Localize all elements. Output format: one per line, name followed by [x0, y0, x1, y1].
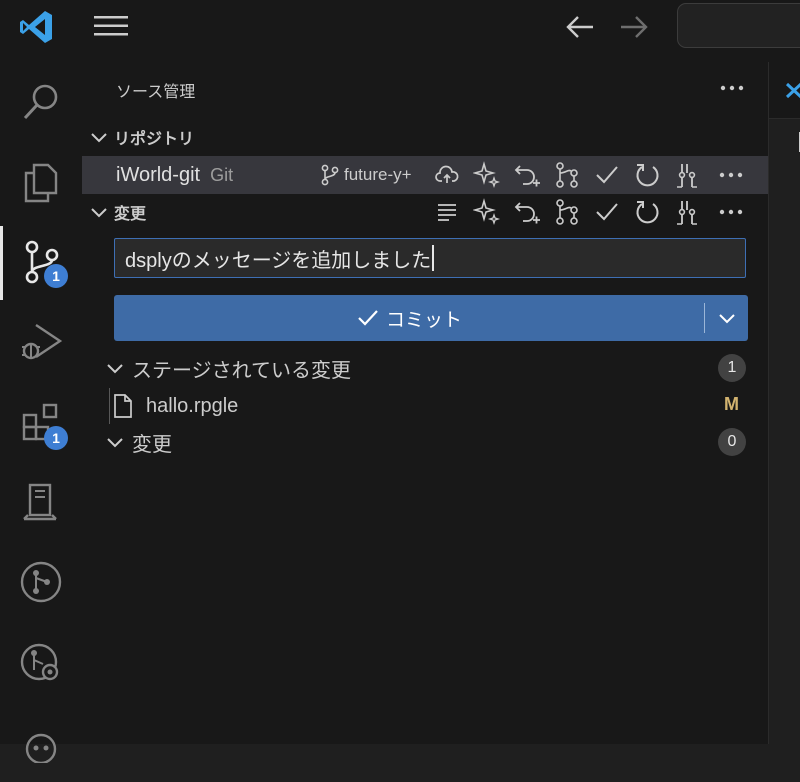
remote-explorer-icon: [23, 483, 57, 521]
sparkle-icon: [473, 161, 501, 189]
arrow-right-icon: [621, 16, 648, 38]
stash-icon: [677, 201, 697, 225]
graph-icon: [556, 199, 578, 225]
commit-dropdown-button[interactable]: [706, 295, 748, 341]
publish-button[interactable]: [432, 160, 462, 190]
editor-area: [768, 62, 800, 744]
refresh-icon: [636, 201, 659, 224]
editor-tab[interactable]: [769, 62, 800, 119]
changes-header-label: 変更: [114, 204, 147, 223]
commit-check-button[interactable]: [592, 160, 622, 190]
sparkle-icon: [473, 198, 501, 226]
branch-name: future-y+: [344, 165, 412, 184]
hamburger-menu-icon[interactable]: [93, 12, 129, 40]
activity-remote-explorer[interactable]: [0, 462, 82, 542]
check-icon: [358, 310, 378, 326]
activity-source-control[interactable]: 1: [0, 222, 82, 302]
discard-all-button[interactable]: [512, 160, 542, 190]
activity-copilot[interactable]: [0, 702, 82, 782]
commit-button-separator: [704, 303, 705, 333]
git-history-icon: [20, 643, 59, 681]
generate-commit-message-button[interactable]: [472, 160, 502, 190]
run-debug-icon: [22, 324, 63, 360]
chevron-down-icon: [107, 438, 123, 448]
chevron-down-icon: [107, 364, 123, 374]
commit-main-action[interactable]: コミット: [114, 295, 704, 341]
staged-changes-group[interactable]: ステージされている変更 1: [82, 350, 768, 386]
generate-commit-message-button-2[interactable]: [472, 197, 502, 227]
copilot-icon: [25, 733, 57, 763]
view-as-list-button[interactable]: [432, 197, 462, 227]
file-icon: [114, 394, 132, 418]
staged-changes-label: ステージされている変更: [132, 357, 351, 382]
sidebar-title: ソース管理: [116, 82, 196, 101]
stash-button-2[interactable]: [672, 197, 702, 227]
list-view-icon: [438, 204, 456, 221]
extensions-badge: 1: [44, 426, 68, 450]
more-icon: [719, 209, 743, 215]
chevron-down-icon: [91, 208, 107, 218]
repo-more-button[interactable]: [716, 160, 746, 190]
title-bar: [0, 0, 800, 63]
changes-count-badge: 0: [718, 428, 746, 456]
repository-name: iWorld-git: [116, 163, 201, 186]
changes-section-header[interactable]: 変更: [82, 195, 768, 229]
text-caret: [432, 245, 435, 271]
vscode-logo-icon: [785, 82, 800, 99]
arrow-left-icon[interactable]: [563, 10, 597, 44]
command-center[interactable]: [677, 3, 800, 48]
repository-row[interactable]: iWorld-git Git future-y+: [82, 156, 768, 194]
activity-bar: 1 1: [0, 62, 83, 763]
discard-icon: [514, 165, 540, 187]
view-graph-button-2[interactable]: [552, 197, 582, 227]
source-control-sidebar: ソース管理 リポジトリ iWorld-git Git future-y+ 変更 …: [82, 62, 768, 744]
activity-git-history[interactable]: [0, 622, 82, 702]
graph-icon: [556, 162, 578, 188]
changes-more-button[interactable]: [716, 197, 746, 227]
file-row[interactable]: hallo.rpgle M: [82, 388, 768, 424]
file-name: hallo.rpgle: [146, 394, 239, 417]
stash-button[interactable]: [672, 160, 702, 190]
activity-search[interactable]: [0, 62, 82, 142]
vscode-logo-icon: [20, 11, 52, 43]
commit-button[interactable]: コミット: [114, 295, 748, 341]
repositories-section-header[interactable]: リポジトリ: [82, 120, 768, 154]
repository-provider: Git: [210, 164, 234, 185]
more-icon: [719, 172, 743, 178]
activity-extensions[interactable]: 1: [0, 382, 82, 462]
git-branch-icon: [321, 164, 339, 186]
git-graph-icon: [20, 561, 62, 603]
tree-indent-guide: [109, 388, 110, 424]
discard-all-button-2[interactable]: [512, 197, 542, 227]
chevron-down-icon: [719, 314, 735, 324]
more-icon[interactable]: [718, 74, 746, 102]
activity-git-graph[interactable]: [0, 542, 82, 622]
refresh-icon: [636, 164, 659, 187]
repositories-header-label: リポジトリ: [114, 129, 195, 148]
discard-icon: [514, 202, 540, 224]
commit-message-input[interactable]: dsplyのメッセージを追加しました: [114, 238, 746, 278]
file-status-modified: M: [724, 394, 739, 414]
chevron-down-icon: [91, 133, 107, 143]
cloud-upload-icon: [435, 165, 459, 183]
commit-check-button-2[interactable]: [592, 197, 622, 227]
changes-group[interactable]: 変更 0: [82, 424, 768, 460]
search-icon: [23, 84, 58, 120]
stash-icon: [677, 164, 697, 188]
changes-group-label: 変更: [132, 431, 172, 456]
check-icon: [596, 203, 618, 221]
explorer-icon: [24, 163, 58, 203]
refresh-button[interactable]: [632, 160, 662, 190]
commit-button-label: コミット: [385, 308, 462, 331]
refresh-button-2[interactable]: [632, 197, 662, 227]
staged-count-badge: 1: [718, 354, 746, 382]
commit-message-text: dsplyのメッセージを追加しました: [125, 249, 432, 272]
view-graph-button[interactable]: [552, 160, 582, 190]
check-icon: [596, 166, 618, 184]
scm-badge: 1: [44, 264, 68, 288]
branch-button[interactable]: future-y+: [320, 156, 412, 194]
activity-explorer[interactable]: [0, 142, 82, 222]
activity-run-debug[interactable]: [0, 302, 82, 382]
